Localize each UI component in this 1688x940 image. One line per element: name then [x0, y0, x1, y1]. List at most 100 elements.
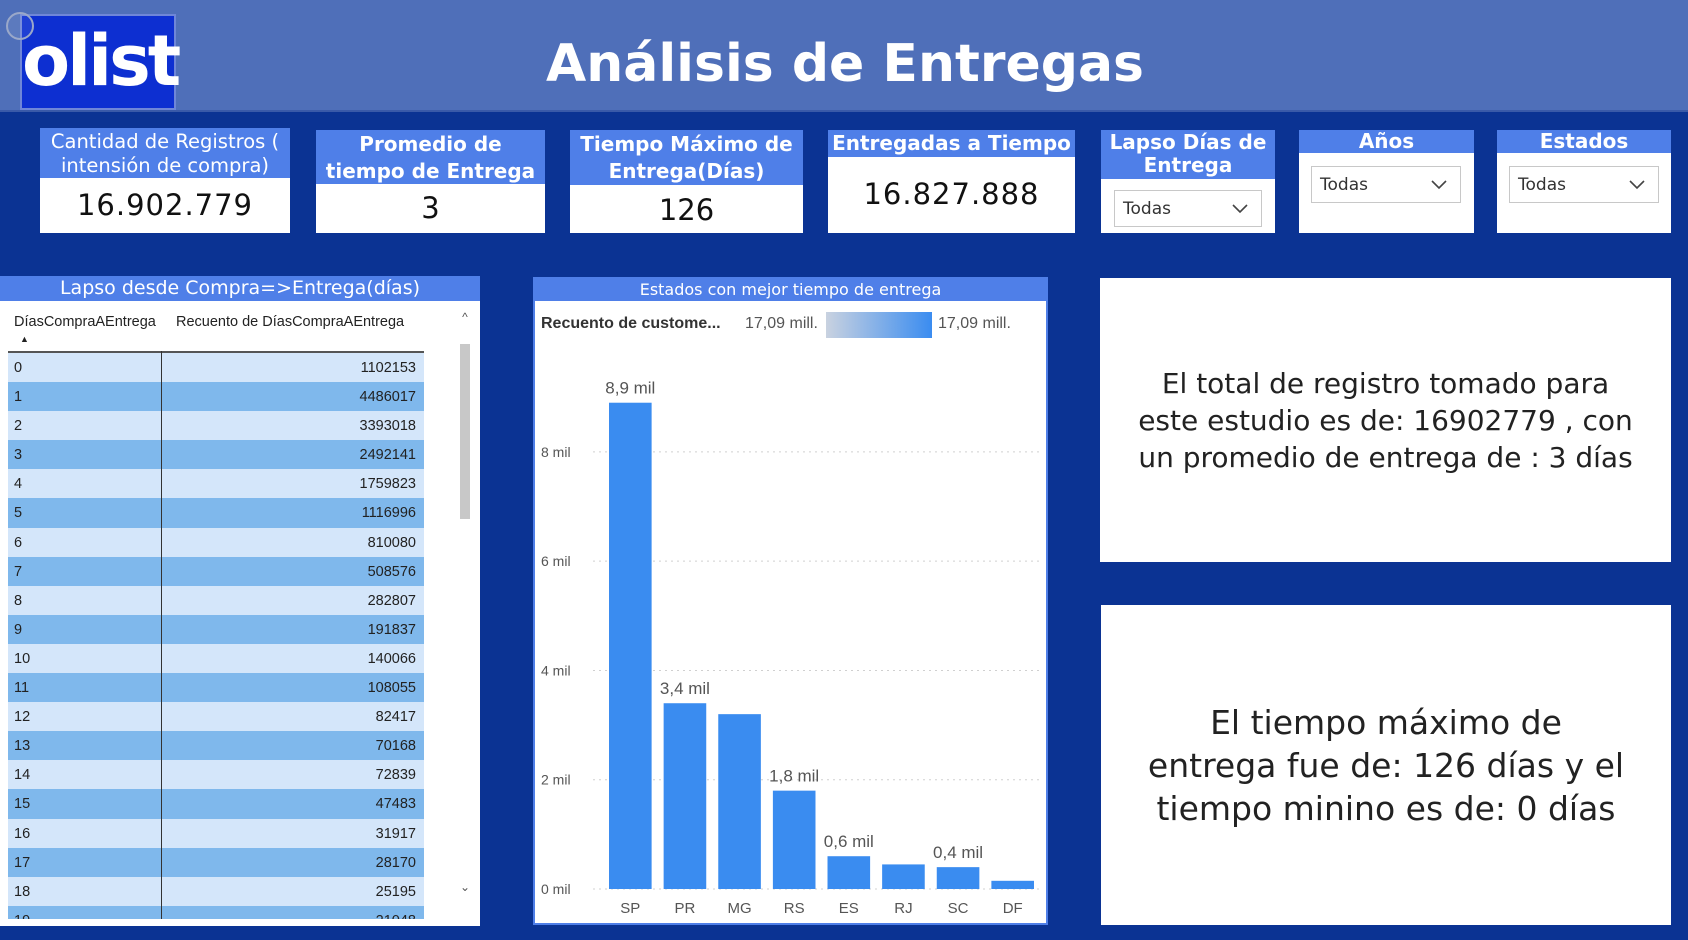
- cell-days: 9: [14, 621, 23, 638]
- bar-es[interactable]: [827, 856, 871, 889]
- cell-days: 7: [14, 563, 23, 580]
- bar-chart: 0 mil 2 mil 4 mil 6 mil 8 mil SP 8,9 mil PR 3,4 …: [541, 379, 1040, 917]
- bar-mg[interactable]: [718, 714, 761, 889]
- y-tick-label: 8 mil: [541, 444, 571, 460]
- states-delivery-chart: Estados con mejor tiempo de entrega Recu…: [533, 277, 1048, 925]
- y-tick-label: 0 mil: [541, 881, 571, 897]
- cell-days: 18: [14, 883, 31, 900]
- scroll-thumb[interactable]: [460, 344, 470, 519]
- header-bar: olist Análisis de Entregas: [0, 0, 1688, 112]
- slicer-label: Años: [1299, 130, 1474, 153]
- slicer-delivery-days: Lapso Días de Entrega Todas: [1101, 130, 1275, 233]
- cell-count: 1759823: [359, 476, 416, 493]
- table-row[interactable]: 5 1116996: [8, 498, 424, 528]
- cell-days: 4: [14, 476, 23, 493]
- table-row[interactable]: 7 508576: [8, 556, 424, 586]
- table-body[interactable]: 0 1102153 1 4486017 2 3393018 3 2492141 4 1759823…: [8, 351, 424, 919]
- slicer-states: Estados Todas: [1497, 130, 1671, 233]
- table-row[interactable]: 16 31917: [8, 818, 424, 848]
- delivery-days-dropdown[interactable]: Todas: [1114, 190, 1262, 227]
- cell-count: 28170: [375, 854, 416, 871]
- table-row[interactable]: 9 191837: [8, 614, 424, 644]
- bar-rs[interactable]: [772, 790, 816, 889]
- table-row[interactable]: 3 2492141: [8, 440, 424, 470]
- cell-days: 0: [14, 360, 23, 376]
- bar-sp[interactable]: [609, 402, 652, 889]
- cell-count: 3393018: [359, 418, 416, 435]
- cell-days: 10: [14, 650, 31, 667]
- bar-pr[interactable]: [663, 703, 707, 889]
- cell-days: 5: [14, 505, 23, 522]
- chevron-down-icon: [1629, 180, 1645, 190]
- focus-mode-icon[interactable]: [6, 12, 34, 40]
- table-row[interactable]: 2 3393018: [8, 411, 424, 441]
- kpi-max-delivery-time: Tiempo Máximo de Entrega(Días) 126: [570, 130, 803, 233]
- table-row[interactable]: 13 70168: [8, 731, 424, 761]
- cell-count: 4486017: [359, 389, 416, 406]
- table-row[interactable]: 1 4486017: [8, 382, 424, 412]
- y-tick-label: 4 mil: [541, 662, 571, 678]
- kpi-value: 3: [421, 191, 440, 225]
- kpi-label: Entregadas a Tiempo: [828, 130, 1075, 157]
- table-row[interactable]: 6 810080: [8, 527, 424, 557]
- table-row[interactable]: 10 140066: [8, 643, 424, 674]
- cell-count: 72839: [375, 767, 416, 784]
- table-row[interactable]: 12 82417: [8, 702, 424, 732]
- cell-days: 17: [14, 854, 31, 871]
- table-scrollbar[interactable]: ^ ⌄: [458, 310, 472, 910]
- kpi-label: Tiempo Máximo de Entrega(Días): [570, 130, 803, 185]
- x-tick-label: PR: [675, 900, 696, 917]
- cell-count: 191837: [367, 621, 416, 638]
- column-header-days[interactable]: DíasCompraAEntrega: [14, 314, 156, 330]
- cell-days: 14: [14, 767, 31, 784]
- y-tick-label: 2 mil: [541, 772, 571, 788]
- cell-days: 2: [14, 418, 23, 435]
- dropdown-value: Todas: [1518, 175, 1566, 195]
- scroll-up-icon[interactable]: ^: [458, 310, 472, 324]
- dropdown-value: Todas: [1123, 199, 1171, 219]
- states-dropdown[interactable]: Todas: [1509, 166, 1659, 203]
- summary-text: El total de registro tomado para este es…: [1138, 366, 1633, 474]
- table-row[interactable]: 11 108055: [8, 673, 424, 703]
- x-tick-label: MG: [727, 900, 751, 917]
- cell-days: 6: [14, 534, 23, 551]
- kpi-value: 126: [658, 193, 715, 227]
- data-label: 0,4 mil: [933, 843, 983, 862]
- scroll-down-icon[interactable]: ⌄: [458, 880, 472, 894]
- cell-days: 11: [14, 680, 30, 697]
- chevron-down-icon: [1431, 180, 1447, 190]
- table-row[interactable]: 14 72839: [8, 760, 424, 790]
- kpi-on-time-deliveries: Entregadas a Tiempo 16.827.888: [828, 130, 1075, 233]
- kpi-avg-delivery-time: Promedio de tiempo de Entrega 3: [316, 130, 545, 233]
- sort-ascending-icon: ▲: [20, 334, 29, 344]
- bar-rj[interactable]: [882, 864, 925, 889]
- x-tick-label: ES: [839, 900, 859, 917]
- table-row[interactable]: 19 21048: [8, 905, 424, 919]
- cell-count: 108055: [367, 680, 416, 697]
- table-row[interactable]: 18 25195: [8, 876, 424, 906]
- table-row[interactable]: 8 282807: [8, 585, 424, 615]
- table-row[interactable]: 17 28170: [8, 847, 424, 877]
- x-tick-label: DF: [1003, 900, 1023, 917]
- years-dropdown[interactable]: Todas: [1311, 166, 1461, 203]
- cell-days: 13: [14, 738, 31, 755]
- cell-days: 1: [14, 389, 23, 406]
- kpi-value: 16.902.779: [76, 188, 254, 222]
- summary-card-total: El total de registro tomado para este es…: [1100, 278, 1671, 562]
- table-row[interactable]: 4 1759823: [8, 469, 424, 499]
- data-label: 1,8 mil: [769, 767, 819, 786]
- bar-sc[interactable]: [936, 867, 980, 889]
- table-row[interactable]: 0 1102153: [8, 353, 424, 383]
- olist-logo: olist: [20, 14, 181, 110]
- cell-days: 8: [14, 592, 23, 609]
- chevron-down-icon: [1232, 204, 1248, 214]
- table-row[interactable]: 15 47483: [8, 789, 424, 819]
- column-header-count[interactable]: Recuento de DíasCompraAEntrega: [176, 314, 404, 330]
- data-label: 8,9 mil: [605, 379, 655, 398]
- slicer-years: Años Todas: [1299, 130, 1474, 233]
- summary-text: El tiempo máximo de entrega fue de: 126 …: [1147, 702, 1625, 828]
- bar-df[interactable]: [991, 880, 1034, 889]
- table-header: DíasCompraAEntrega ▲ Recuento de DíasCom…: [8, 314, 423, 350]
- cell-count: 508576: [367, 563, 416, 580]
- cell-count: 47483: [375, 796, 416, 813]
